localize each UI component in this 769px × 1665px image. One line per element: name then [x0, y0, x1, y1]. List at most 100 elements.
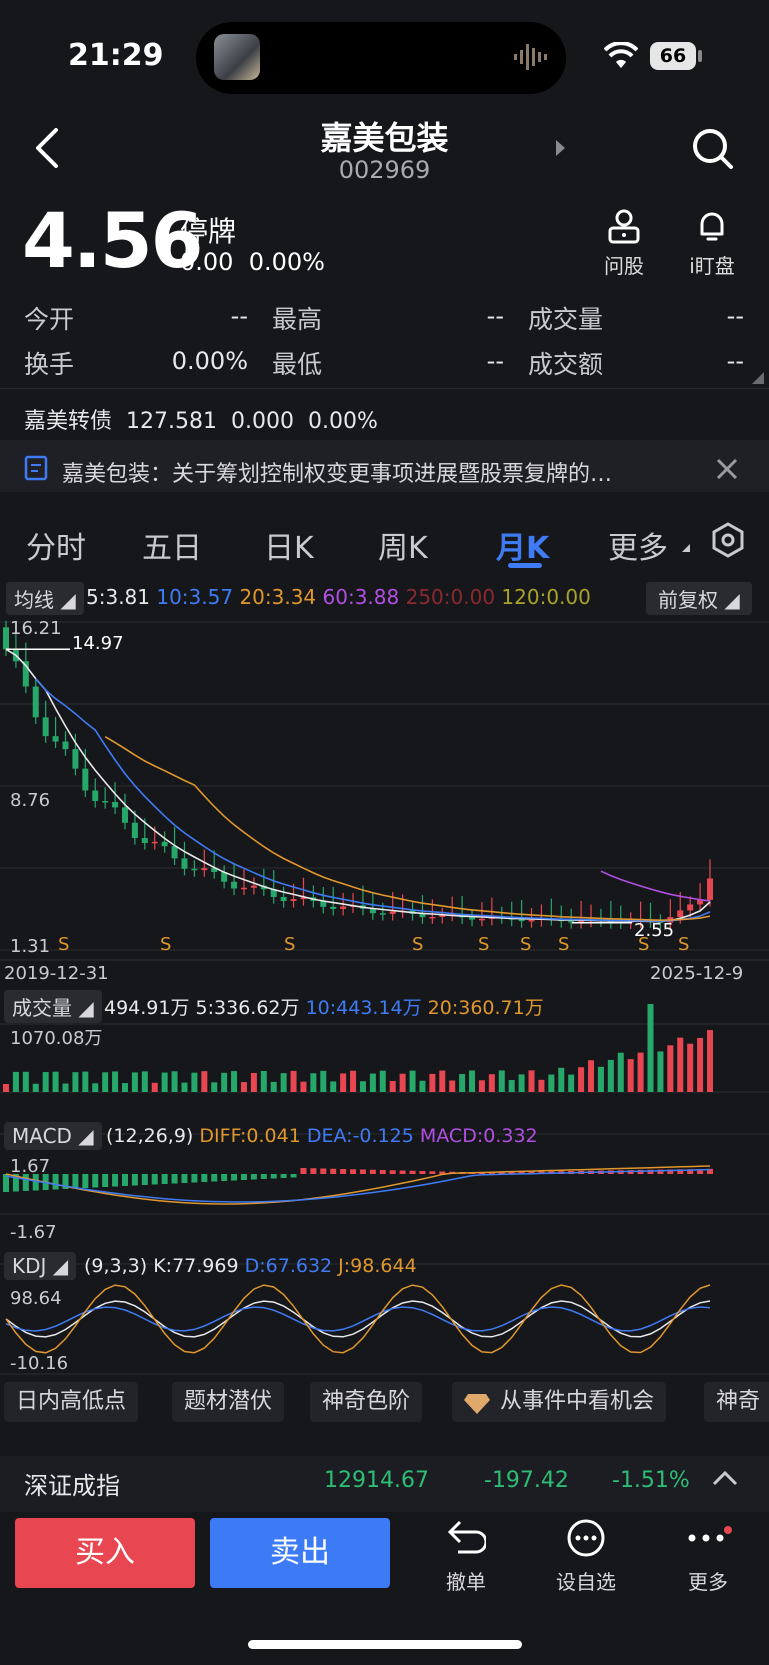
macd-bar: [330, 1168, 337, 1174]
macd-bar: [231, 1174, 238, 1181]
signal-s-mark: S: [678, 934, 690, 955]
notice-text[interactable]: 嘉美包装：关于筹划控制权变更事项进展暨股票复牌的…: [62, 456, 702, 488]
macd-bar: [141, 1174, 148, 1185]
tab-monthly-k[interactable]: 月K: [496, 523, 549, 567]
kdj-axis-bottom: -10.16: [10, 1353, 69, 1374]
bell-icon[interactable]: [694, 208, 730, 244]
tab-intraday[interactable]: 分时: [26, 523, 86, 567]
candle-body: [231, 881, 238, 889]
volume-bar: [221, 1072, 228, 1092]
candle-body: [429, 916, 436, 919]
volume-bar: [518, 1074, 525, 1092]
candle-body: [32, 686, 39, 718]
buy-button[interactable]: 买入: [15, 1518, 195, 1588]
volume-bar: [181, 1082, 188, 1092]
signal-s-mark: S: [558, 934, 570, 955]
chip-more[interactable]: 神奇: [704, 1382, 769, 1422]
volume-bar: [687, 1043, 694, 1092]
candle-body: [687, 904, 694, 911]
macd-selector[interactable]: MACD ◢: [4, 1122, 102, 1150]
more-icon[interactable]: [686, 1526, 734, 1546]
volume-selector[interactable]: 成交量 ◢: [4, 990, 102, 1023]
ask-stock-label[interactable]: 问股: [584, 250, 664, 279]
avatar: [214, 34, 260, 80]
candle-body: [379, 913, 386, 915]
volume-bar: [171, 1071, 178, 1092]
macd-bar: [201, 1174, 208, 1182]
candle-body: [191, 868, 198, 871]
volume-bar: [42, 1072, 49, 1092]
chip-intraday-high-low[interactable]: 日内高低点: [4, 1382, 139, 1422]
tab-five-day[interactable]: 五日: [142, 523, 202, 567]
volume-bar: [72, 1072, 79, 1092]
macd-bar: [320, 1168, 327, 1174]
end-date: 2025-12-9: [650, 963, 744, 984]
candle-body: [389, 911, 396, 914]
volume-bar: [82, 1071, 89, 1092]
status-time: 21:29: [68, 38, 164, 73]
macd-bar: [260, 1174, 267, 1179]
candle-body: [528, 919, 535, 922]
convertible-bond[interactable]: 嘉美转债 127.581 0.000 0.00%: [24, 403, 378, 435]
tab-weekly-k[interactable]: 周K: [378, 523, 428, 567]
ask-stock-icon[interactable]: [604, 208, 644, 244]
macd-bar: [340, 1169, 347, 1174]
add-watchlist-icon[interactable]: [566, 1518, 606, 1558]
macd-bar: [250, 1174, 257, 1180]
add-watchlist-label[interactable]: 设自选: [546, 1566, 626, 1595]
audio-wave-icon: [514, 44, 547, 70]
sell-button[interactable]: 卖出: [210, 1518, 390, 1588]
kdj-j-line: [5, 1284, 711, 1354]
volume-bar: [102, 1072, 109, 1092]
volume-bar: [161, 1072, 168, 1092]
volume-bar: [340, 1073, 347, 1092]
chevron-up-icon[interactable]: [712, 1470, 738, 1486]
candle-body: [82, 768, 89, 791]
more-label[interactable]: 更多: [668, 1566, 748, 1595]
undo-icon[interactable]: [446, 1518, 486, 1558]
volume-bar: [330, 1081, 337, 1092]
volume-bar: [657, 1051, 664, 1092]
macd-bar: [240, 1174, 247, 1180]
ma20-value: 20:3.34: [239, 585, 317, 609]
settings-icon[interactable]: [710, 522, 746, 558]
watch-label[interactable]: i盯盘: [672, 250, 752, 279]
macd-bar: [161, 1174, 168, 1184]
low-label: 最低: [272, 350, 323, 379]
more-caret-icon: [682, 544, 690, 552]
macd-bar: [280, 1174, 287, 1178]
battery-icon: 66: [650, 42, 696, 70]
signal-s-mark: S: [412, 934, 424, 955]
ma-selector[interactable]: 均线 ◢: [6, 582, 84, 615]
volume-values: 494.91万 5:336.62万 10:443.14万 20:360.71万: [104, 997, 544, 1019]
signal-s-mark: S: [58, 934, 70, 955]
volume-bar: [647, 1004, 654, 1092]
macd-values: (12,26,9) DIFF:0.041 DEA:-0.125 MACD:0.3…: [106, 1125, 538, 1147]
expand-corner-icon[interactable]: [752, 372, 764, 384]
volume-bar: [627, 1059, 634, 1092]
cancel-order-label[interactable]: 撤单: [426, 1566, 506, 1595]
tab-daily-k[interactable]: 日K: [264, 523, 314, 567]
signal-s-mark: S: [638, 934, 650, 955]
max-price-label: 14.97: [72, 633, 124, 654]
chip-color-scale[interactable]: 神奇色阶: [310, 1382, 423, 1422]
ma250-value: 250:0.00: [405, 585, 496, 609]
volume-bar: [707, 1030, 713, 1092]
candle-body: [330, 906, 337, 909]
volume-bar: [141, 1071, 148, 1092]
chip-theme[interactable]: 题材潜伏: [172, 1382, 285, 1422]
adjust-selector[interactable]: 前复权 ◢: [646, 582, 752, 615]
volume-bar: [528, 1070, 535, 1092]
close-icon[interactable]: [716, 458, 738, 480]
amount-label: 成交额: [528, 350, 604, 379]
volume-bar: [250, 1072, 257, 1092]
search-icon[interactable]: [690, 126, 736, 172]
macd-chart: [3, 1165, 713, 1205]
next-stock-icon[interactable]: [556, 140, 565, 156]
volume-bar: [419, 1080, 426, 1092]
macd-bar: [102, 1174, 109, 1187]
volume-bar: [151, 1082, 158, 1092]
tab-more[interactable]: 更多: [608, 523, 668, 567]
kdj-selector[interactable]: KDJ ◢: [4, 1252, 77, 1280]
volume-bar: [439, 1070, 446, 1092]
